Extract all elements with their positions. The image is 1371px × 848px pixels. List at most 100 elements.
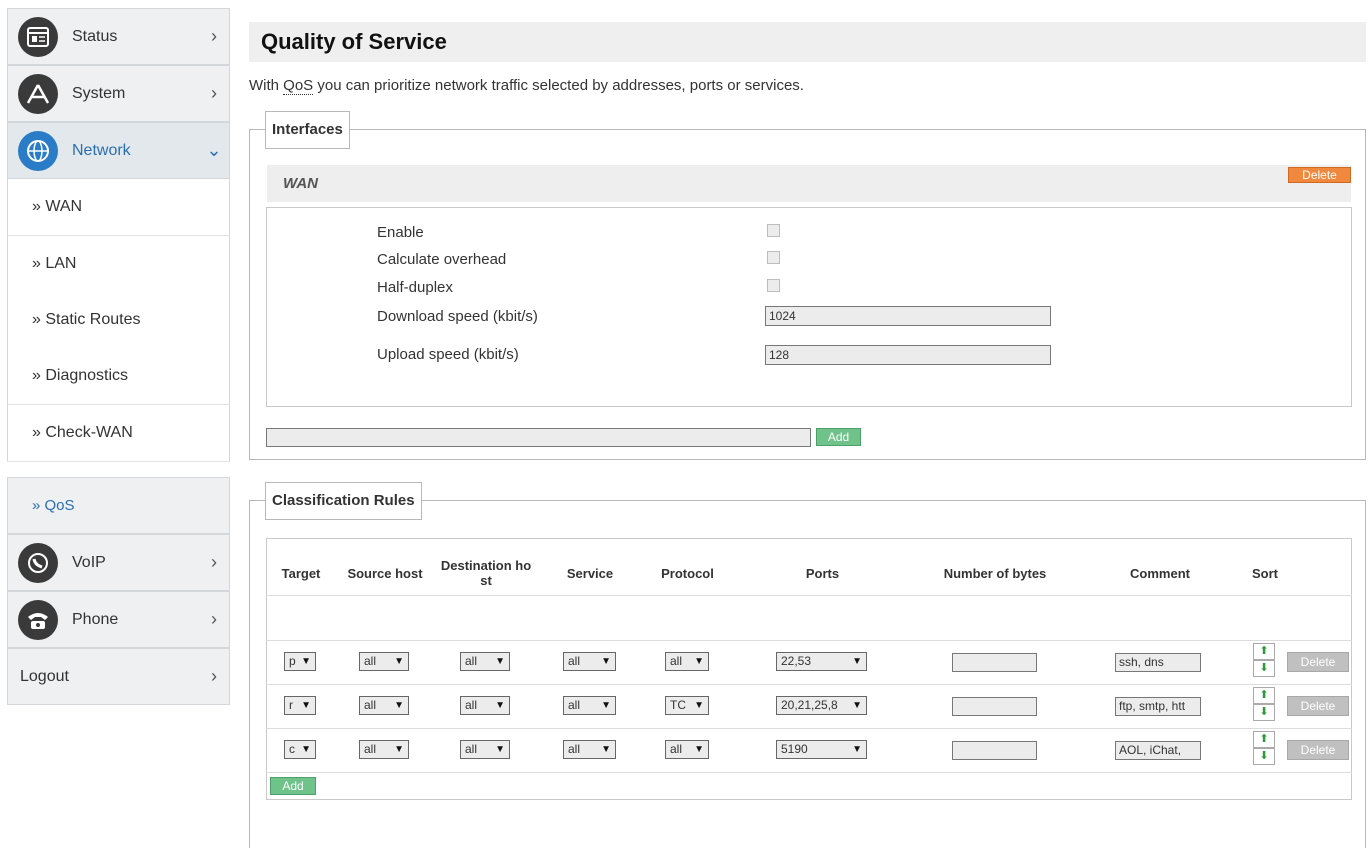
bytes-input[interactable] [952,741,1037,760]
protocol-select[interactable]: TC ▼ [665,696,709,715]
status-icon [18,16,58,57]
select-value: all [568,698,581,712]
destination-host-select[interactable]: all ▼ [460,740,510,759]
select-value: all [465,698,478,712]
source-host-select[interactable]: all ▼ [359,652,409,671]
sidebar-subitem-label: » Diagnostics [32,367,129,384]
chevron-right-icon: › [211,26,217,46]
sidebar-subitem-wan[interactable]: » WAN [7,179,230,236]
comment-input[interactable]: AOL, iChat, [1115,741,1201,760]
select-value: 5190 [781,742,808,756]
chevron-down-icon: ⌄ [206,140,222,160]
intro-qos-abbr: QoS [283,77,314,95]
sort-control: ⬆ ⬇ [1253,731,1275,765]
comment-input[interactable]: ftp, smtp, htt [1115,697,1201,716]
sidebar-subitem-label: » Check-WAN [32,424,133,441]
new-interface-input[interactable] [266,428,811,447]
sidebar-item-voip[interactable]: VoIP › [7,534,230,591]
select-value: all [465,654,478,668]
service-select[interactable]: all ▼ [563,740,616,759]
sidebar-subitem-qos[interactable]: » QoS [7,477,230,534]
sidebar-subitem-check-wan[interactable]: » Check-WAN [7,405,230,462]
bytes-input[interactable] [952,697,1037,716]
source-host-select[interactable]: all ▼ [359,740,409,759]
select-value: all [568,654,581,668]
upload-speed-input[interactable]: 128 [765,345,1051,365]
col-header-comment: Comment [1130,566,1190,581]
halfduplex-checkbox[interactable] [767,279,780,292]
table-divider [266,640,1352,641]
protocol-select[interactable]: all ▼ [665,740,709,759]
destination-host-select[interactable]: all ▼ [460,696,510,715]
destination-host-select[interactable]: all ▼ [460,652,510,671]
sidebar-subitem-lan[interactable]: » LAN [7,236,230,293]
col-header-destination-host: Destination ho st [440,558,532,588]
comment-input[interactable]: ssh, dns [1115,653,1201,672]
ports-select[interactable]: 22,53 ▼ [776,652,867,671]
select-value: 22,53 [781,654,812,668]
select-value: all [670,742,683,756]
delete-interface-button[interactable]: Delete [1288,167,1351,183]
source-host-select[interactable]: all ▼ [359,696,409,715]
page-title-bar: Quality of Service [249,22,1366,62]
service-select[interactable]: all ▼ [563,652,616,671]
table-divider [266,772,1352,773]
ports-select[interactable]: 20,21,25,8 ▼ [776,696,867,715]
add-interface-button[interactable]: Add [816,428,861,446]
chevron-right-icon: › [211,609,217,629]
download-label: Download speed (kbit/s) [377,308,538,325]
target-select[interactable]: r ▼ [284,696,316,715]
enable-checkbox[interactable] [767,224,780,237]
sort-up-icon[interactable]: ⬆ [1253,643,1275,660]
halfduplex-label: Half-duplex [377,279,453,296]
dropdown-arrow-icon: ▼ [852,744,862,755]
select-value: 20,21,25,8 [781,698,838,712]
sidebar-subitem-label: » WAN [32,198,83,215]
overhead-label: Calculate overhead [377,251,507,268]
delete-rule-button[interactable]: Delete [1287,696,1349,716]
chevron-right-icon: › [211,83,217,103]
service-select[interactable]: all ▼ [563,696,616,715]
sort-up-icon[interactable]: ⬆ [1253,687,1275,704]
chevron-right-icon: › [211,552,217,572]
sidebar-item-label: VoIP [72,553,106,571]
sidebar-item-phone[interactable]: Phone › [7,591,230,648]
sort-down-icon[interactable]: ⬇ [1253,748,1275,765]
download-speed-input[interactable]: 1024 [765,306,1051,326]
sidebar-item-network[interactable]: Network ⌄ [7,122,230,179]
sort-down-icon[interactable]: ⬇ [1253,660,1275,677]
sidebar-item-label: Logout [20,667,69,685]
col-header-service: Service [566,566,614,581]
dropdown-arrow-icon: ▼ [495,700,505,711]
bytes-input[interactable] [952,653,1037,672]
sidebar-item-logout[interactable]: Logout › [7,648,230,705]
upload-label: Upload speed (kbit/s) [377,346,519,363]
system-icon [18,73,58,114]
table-divider [266,595,1352,596]
sidebar-item-label: Network [72,141,131,159]
delete-rule-button[interactable]: Delete [1287,740,1349,760]
sort-down-icon[interactable]: ⬇ [1253,704,1275,721]
target-select[interactable]: c ▼ [284,740,316,759]
dropdown-arrow-icon: ▼ [601,700,611,711]
wan-section-header: WAN [267,165,1351,202]
sidebar-item-label: System [72,84,126,102]
overhead-checkbox[interactable] [767,251,780,264]
rules-legend: Classification Rules [265,482,422,520]
ports-select[interactable]: 5190 ▼ [776,740,867,759]
sidebar-item-system[interactable]: System › [7,65,230,122]
dropdown-arrow-icon: ▼ [394,700,404,711]
delete-rule-button[interactable]: Delete [1287,652,1349,672]
sidebar-item-label: Phone [72,610,119,628]
sidebar-item-status[interactable]: Status › [7,8,230,65]
protocol-select[interactable]: all ▼ [665,652,709,671]
sort-up-icon[interactable]: ⬆ [1253,731,1275,748]
target-select[interactable]: p ▼ [284,652,316,671]
add-rule-button[interactable]: Add [270,777,316,795]
col-header-source-host: Source host [347,566,423,581]
sidebar-subitem-static-routes[interactable]: » Static Routes [7,292,230,349]
sidebar-subitem-diagnostics[interactable]: » Diagnostics [7,348,230,405]
network-icon [18,130,58,171]
chevron-right-icon: › [211,666,217,686]
select-value: all [465,742,478,756]
